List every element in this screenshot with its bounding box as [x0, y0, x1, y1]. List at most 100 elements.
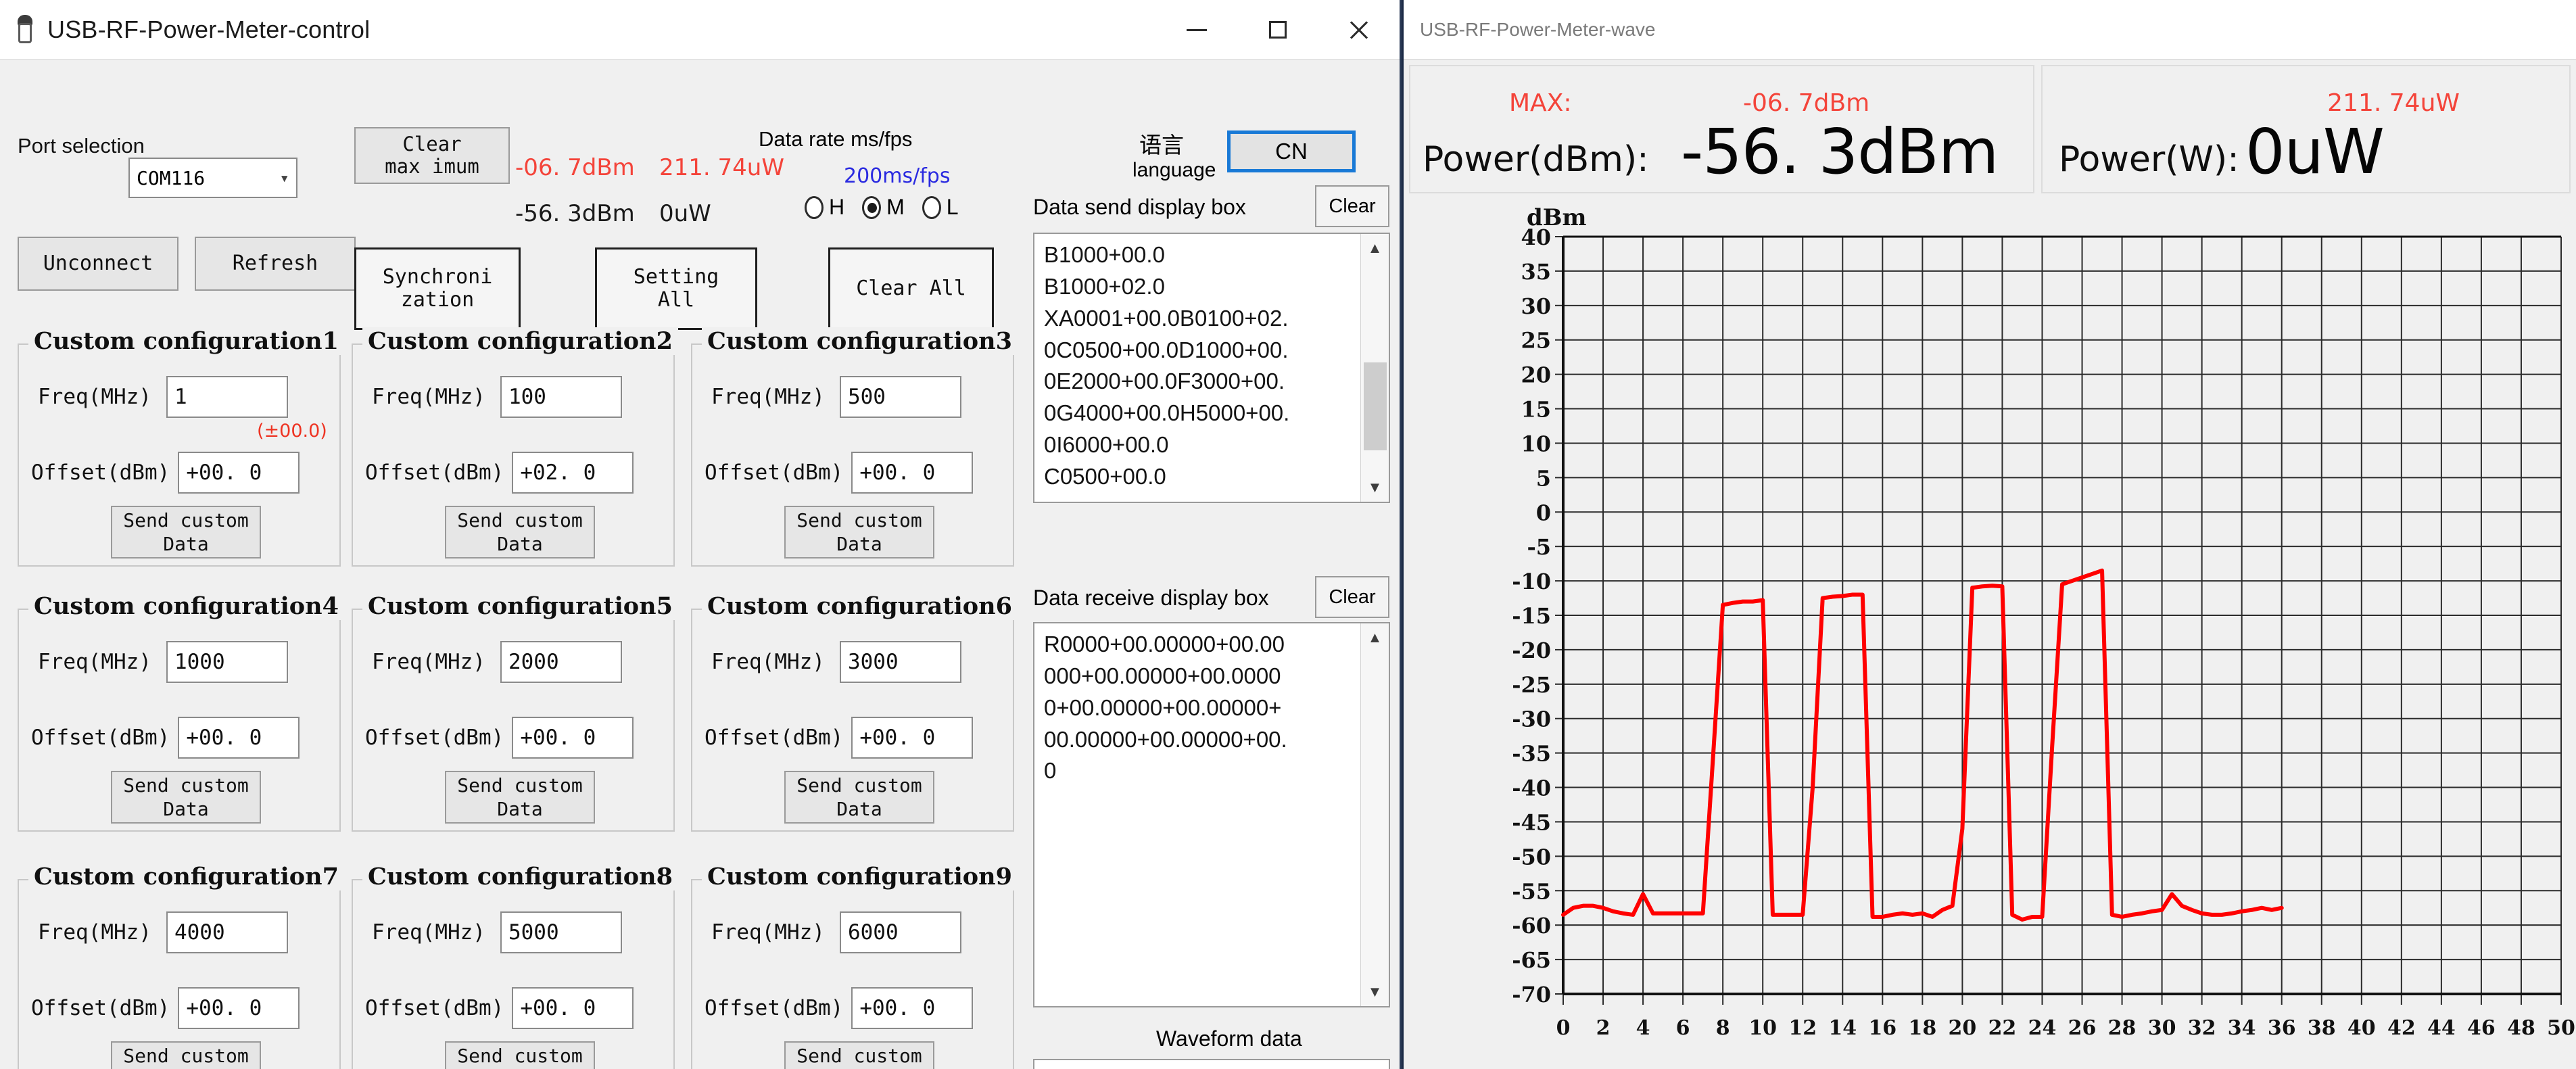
send-custom-data-button[interactable]: Send customData	[445, 771, 595, 824]
freq-input[interactable]: 2000	[500, 641, 622, 683]
setting-all-button[interactable]: Setting All	[595, 247, 757, 330]
x-tick-label: 16	[1868, 1016, 1897, 1040]
offset-row: Offset(dBm) +00. 0	[31, 987, 300, 1029]
x-tick-label: 34	[2228, 1016, 2256, 1040]
send-custom-line1: Send custom	[123, 509, 249, 531]
freq-input[interactable]: 1	[166, 376, 288, 418]
chart-y-tick-labels: 40 35 30 25 20 15 10 5 0 -5 -10 -15 -20 -25 -30 -35 -40 -…	[1512, 224, 1551, 1007]
custom-configuration-title: Custom configuration1	[28, 327, 344, 355]
synchronization-button[interactable]: Synchroni zation	[354, 247, 521, 330]
freq-input[interactable]: 5000	[500, 911, 622, 953]
offset-input[interactable]: +00. 0	[178, 717, 300, 759]
send-custom-data-button[interactable]: Send customData	[111, 771, 261, 824]
send-custom-data-button[interactable]: Send customData	[445, 1041, 595, 1069]
waveform-data-value[interactable]: a-56300000uA	[1033, 1059, 1390, 1069]
application-window: USB-RF-Power-Meter-control Port selectio…	[0, 0, 2576, 1069]
offset-input[interactable]: +02. 0	[512, 452, 634, 494]
offset-input[interactable]: +00. 0	[512, 987, 634, 1029]
data-send-scrollbar[interactable]: ▲ ▼	[1360, 234, 1389, 502]
x-tick-label: 38	[2308, 1016, 2336, 1040]
x-tick-label: 0	[1556, 1016, 1571, 1040]
freq-input[interactable]: 3000	[839, 641, 961, 683]
send-custom-line1: Send custom	[123, 774, 249, 797]
offset-input[interactable]: +00. 0	[851, 987, 974, 1029]
freq-row: Freq(MHz) 6000	[711, 911, 961, 953]
y-tick-label: -45	[1512, 809, 1551, 835]
setting-all-line2: All	[657, 288, 695, 312]
freq-input[interactable]: 4000	[166, 911, 288, 953]
unconnect-button[interactable]: Unconnect	[18, 237, 178, 291]
custom-configuration-title: Custom configuration8	[362, 863, 678, 890]
radio-icon-h	[805, 195, 824, 219]
scroll-up-icon[interactable]: ▲	[1361, 623, 1389, 652]
scroll-up-icon[interactable]: ▲	[1361, 234, 1389, 262]
max-uw-reading: 211. 74uW	[659, 154, 784, 181]
freq-input[interactable]: 500	[839, 376, 961, 418]
list-item: 0I6000+00.0	[1044, 432, 1169, 458]
list-item: 0G4000+00.0H5000+00.	[1044, 400, 1290, 426]
send-custom-data-button[interactable]: Send customData	[445, 506, 595, 559]
send-custom-line1: Send custom	[457, 1045, 583, 1067]
list-item: 00.00000+00.00000+00.	[1044, 726, 1287, 752]
power-dbm-panel: MAX: -06. 7dBm Power(dBm): -56. 3dBm	[1409, 65, 2034, 193]
data-send-display-box[interactable]: B1000+00.0 B1000+02.0 XA0001+00.0B0100+02.…	[1033, 233, 1390, 503]
send-custom-data-button[interactable]: Send customData	[784, 506, 934, 559]
power-dbm-label: Power(dBm):	[1423, 139, 1649, 180]
port-select[interactable]: COM116 ▾	[128, 158, 297, 198]
clear-all-button[interactable]: Clear All	[828, 247, 994, 330]
data-receive-scrollbar[interactable]: ▲ ▼	[1360, 623, 1389, 1006]
minimize-button[interactable]	[1156, 0, 1237, 60]
data-rate-option-h[interactable]: H	[805, 195, 844, 220]
max-dbm-value: -06. 7dBm	[1743, 89, 1870, 117]
offset-input[interactable]: +00. 0	[178, 987, 300, 1029]
x-tick-label: 44	[2427, 1016, 2456, 1040]
language-toggle-button[interactable]: CN	[1227, 130, 1356, 172]
send-custom-data-button[interactable]: Send customData	[784, 771, 934, 824]
offset-row: Offset(dBm) +00. 0	[705, 717, 974, 759]
scrollbar-thumb[interactable]	[1364, 362, 1387, 450]
clear-maximum-button[interactable]: Clear max imum	[354, 127, 510, 184]
offset-label: Offset(dBm)	[705, 460, 844, 485]
refresh-button[interactable]: Refresh	[195, 237, 356, 291]
clear-receive-box-button[interactable]: Clear	[1315, 576, 1389, 618]
offset-input[interactable]: +00. 0	[851, 717, 974, 759]
custom-configuration-title: Custom configuration9	[702, 863, 1018, 890]
freq-input[interactable]: 100	[500, 376, 622, 418]
setting-all-line1: Setting	[633, 264, 719, 289]
offset-range-hint: (±00.0)	[257, 421, 327, 442]
send-custom-line1: Send custom	[796, 774, 922, 797]
freq-input[interactable]: 6000	[839, 911, 961, 953]
close-button[interactable]	[1318, 0, 1400, 60]
freq-label: Freq(MHz)	[711, 385, 825, 409]
send-custom-line2: Data	[836, 533, 882, 555]
maximize-icon	[1269, 21, 1287, 39]
x-tick-label: 48	[2507, 1016, 2535, 1040]
offset-row: Offset(dBm) +00. 0	[31, 717, 300, 759]
offset-input[interactable]: +00. 0	[178, 452, 300, 494]
scroll-down-icon[interactable]: ▼	[1361, 473, 1389, 502]
y-tick-label: 15	[1521, 397, 1551, 423]
offset-row: Offset(dBm) +00. 0	[705, 987, 974, 1029]
data-rate-option-l[interactable]: L	[922, 195, 959, 220]
clear-send-box-button[interactable]: Clear	[1315, 185, 1389, 227]
y-tick-label: 10	[1521, 431, 1551, 456]
offset-input[interactable]: +00. 0	[851, 452, 974, 494]
offset-input[interactable]: +00. 0	[512, 717, 634, 759]
freq-row: Freq(MHz) 2000	[372, 641, 622, 683]
maximize-button[interactable]	[1237, 0, 1318, 60]
freq-label: Freq(MHz)	[372, 385, 485, 409]
x-tick-label: 18	[1908, 1016, 1936, 1040]
port-selection-label: Port selection	[18, 134, 145, 158]
freq-input[interactable]: 1000	[166, 641, 288, 683]
send-custom-data-button[interactable]: Send customData	[784, 1041, 934, 1069]
clear-maximum-line2: max imum	[385, 155, 479, 178]
custom-configuration-group: Custom configuration9 Freq(MHz) 6000 Offset…	[691, 863, 1018, 1069]
send-custom-line1: Send custom	[796, 509, 922, 531]
freq-label: Freq(MHz)	[38, 920, 151, 945]
data-receive-display-box[interactable]: R0000+00.00000+00.00 000+00.00000+00.0000…	[1033, 622, 1390, 1007]
send-custom-data-button[interactable]: Send customData	[111, 1041, 261, 1069]
scroll-down-icon[interactable]: ▼	[1361, 978, 1389, 1006]
data-rate-option-m[interactable]: M	[862, 195, 905, 220]
send-custom-data-button[interactable]: Send customData	[111, 506, 261, 559]
max-uw-value: 211. 74uW	[2327, 89, 2460, 117]
